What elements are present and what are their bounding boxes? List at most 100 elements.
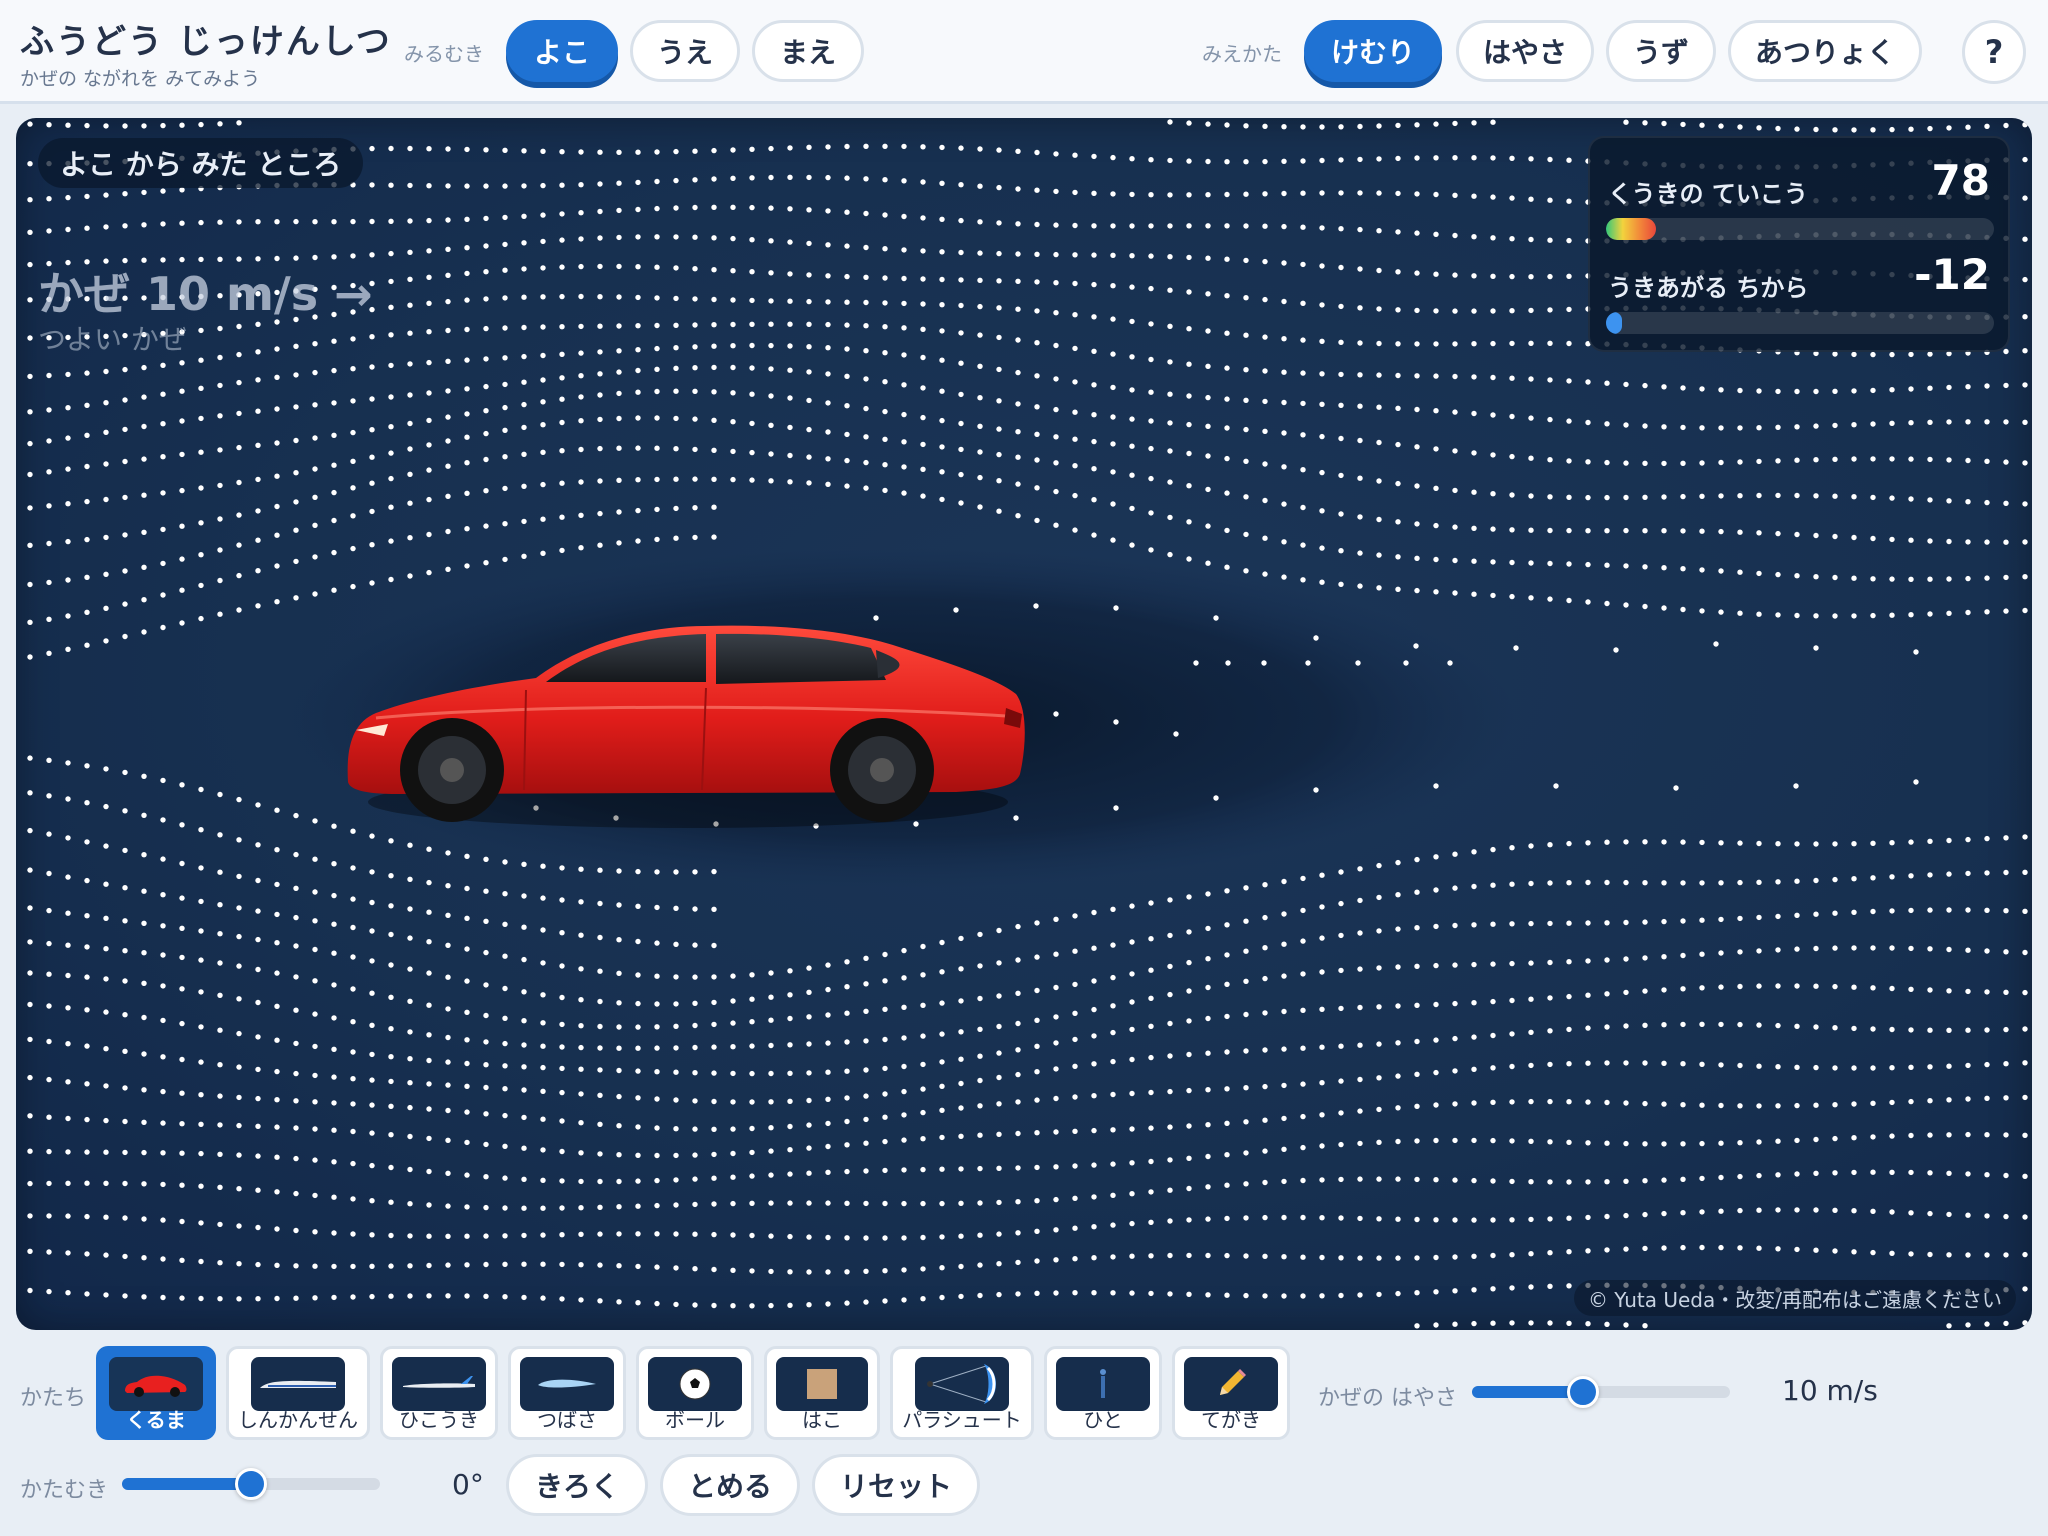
smoke-particle: [1205, 328, 1211, 334]
smoke-particle: [1072, 492, 1078, 499]
smoke-particle: [274, 374, 280, 380]
smoke-particle: [1110, 351, 1116, 357]
smoke-particle: [540, 550, 546, 556]
smoke-particle: [1794, 126, 1800, 132]
mode-speed-button[interactable]: はやさ: [1456, 20, 1594, 82]
angle-slider[interactable]: [122, 1468, 380, 1500]
mode-smoke-button[interactable]: けむり: [1304, 20, 1442, 82]
smoke-particle: [1395, 341, 1401, 347]
shape-name: くるま: [126, 1408, 186, 1432]
smoke-particle: [1167, 254, 1173, 260]
smoke-particle: [996, 1165, 1002, 1172]
smoke-particle: [1357, 1004, 1363, 1011]
smoke-particle: [711, 974, 717, 980]
shape-parachute-button[interactable]: パラシュート: [890, 1346, 1034, 1440]
smoke-particle: [711, 447, 717, 453]
smoke-particle: [1509, 1217, 1515, 1223]
smoke-particle: [521, 148, 527, 154]
smoke-particle: [692, 1126, 698, 1132]
shape-box-button[interactable]: はこ: [764, 1346, 880, 1440]
smoke-particle: [331, 921, 337, 927]
smoke-particle: [1794, 457, 1800, 463]
smoke-particle: [1547, 1250, 1553, 1256]
smoke-particle: [1528, 880, 1534, 887]
record-button[interactable]: きろく: [506, 1454, 648, 1516]
smoke-particle: [2003, 608, 2009, 614]
smoke-particle: [1452, 373, 1458, 380]
smoke-particle: [673, 905, 679, 911]
smoke-particle: [787, 239, 793, 245]
smoke-particle: [1357, 1042, 1363, 1048]
stop-button[interactable]: とめる: [660, 1454, 800, 1516]
smoke-particle: [236, 410, 242, 417]
smoke-particle: [1262, 258, 1268, 265]
smoke-particle: [1547, 959, 1553, 966]
wind-speed-slider[interactable]: [1472, 1376, 1730, 1408]
smoke-particle: [1205, 158, 1211, 165]
wind-speed-slider-thumb[interactable]: [1566, 1376, 1599, 1408]
smoke-particle: [559, 1021, 565, 1028]
shape-car-button[interactable]: くるま: [96, 1346, 216, 1440]
smoke-particle: [1984, 383, 1990, 389]
smoke-particle: [426, 417, 432, 424]
smoke-particle: [1148, 1054, 1154, 1061]
smoke-particle: [1509, 1178, 1515, 1185]
reset-button[interactable]: リセット: [812, 1454, 980, 1516]
mode-pressure-button[interactable]: あつりょく: [1728, 20, 1922, 82]
shape-person-button[interactable]: ひと: [1044, 1346, 1162, 1440]
smoke-particle: [369, 454, 375, 460]
smoke-particle: [483, 888, 489, 894]
smoke-particle: [1756, 983, 1762, 989]
smoke-particle: [1490, 1065, 1496, 1071]
smoke-particle: [483, 1293, 489, 1300]
smoke-particle: [1452, 232, 1458, 239]
smoke-particle: [103, 881, 109, 887]
smoke-particle: [1091, 1290, 1097, 1296]
smoke-particle: [882, 408, 888, 415]
smoke-particle: [293, 812, 299, 819]
smoke-particle: [597, 1121, 603, 1127]
smoke-particle: [578, 373, 584, 379]
shape-bullet-train-button[interactable]: しんかんせん: [226, 1346, 370, 1440]
smoke-particle: [27, 867, 33, 873]
smoke-particle: [882, 1298, 888, 1304]
mode-vortex-button[interactable]: うず: [1606, 20, 1716, 82]
view-side-button[interactable]: よこ: [506, 20, 618, 82]
view-front-button[interactable]: まえ: [752, 20, 864, 82]
smoke-particle: [1870, 945, 1876, 951]
help-button[interactable]: ?: [1962, 20, 2026, 84]
smoke-particle: [1186, 988, 1192, 994]
smoke-particle: [1794, 1137, 1800, 1144]
smoke-particle: [274, 1295, 280, 1302]
smoke-particle: [958, 182, 964, 188]
smoke-particle: [388, 538, 394, 544]
smoke-particle: [1205, 1122, 1211, 1128]
smoke-particle: [939, 1107, 945, 1113]
smoke-particle: [901, 1137, 907, 1143]
smoke-particle: [1927, 1132, 1933, 1138]
smoke-particle: [236, 837, 242, 843]
view-top-button[interactable]: うえ: [630, 20, 740, 82]
shape-airplane-button[interactable]: ひこうき: [380, 1346, 498, 1440]
shape-ball-button[interactable]: ボール: [636, 1346, 754, 1440]
smoke-particle: [901, 975, 907, 981]
smoke-particle: [1414, 925, 1420, 931]
smoke-particle: [388, 903, 394, 909]
smoke-particle: [692, 974, 698, 980]
smoke-particle: [825, 273, 831, 279]
smoke-particle: [1547, 880, 1553, 886]
angle-slider-thumb[interactable]: [235, 1468, 267, 1500]
smoke-particle: [1851, 534, 1857, 541]
smoke-particle: [312, 522, 318, 528]
smoke-particle: [255, 936, 261, 943]
shape-wing-button[interactable]: つばさ: [508, 1346, 626, 1440]
wind-tunnel-canvas[interactable]: よこ から みた ところ かぜ 10 m/s → つよい かぜ くうきの ていこ…: [16, 118, 2032, 1330]
smoke-particle: [1262, 1010, 1268, 1016]
smoke-particle: [1376, 1291, 1382, 1298]
smoke-particle: [2003, 989, 2009, 995]
smoke-particle: [1490, 846, 1496, 853]
smoke-particle: [597, 998, 603, 1005]
shape-freehand-button[interactable]: てがき: [1172, 1346, 1290, 1440]
smoke-particle: [407, 302, 413, 308]
smoke-particle: [312, 1295, 318, 1301]
